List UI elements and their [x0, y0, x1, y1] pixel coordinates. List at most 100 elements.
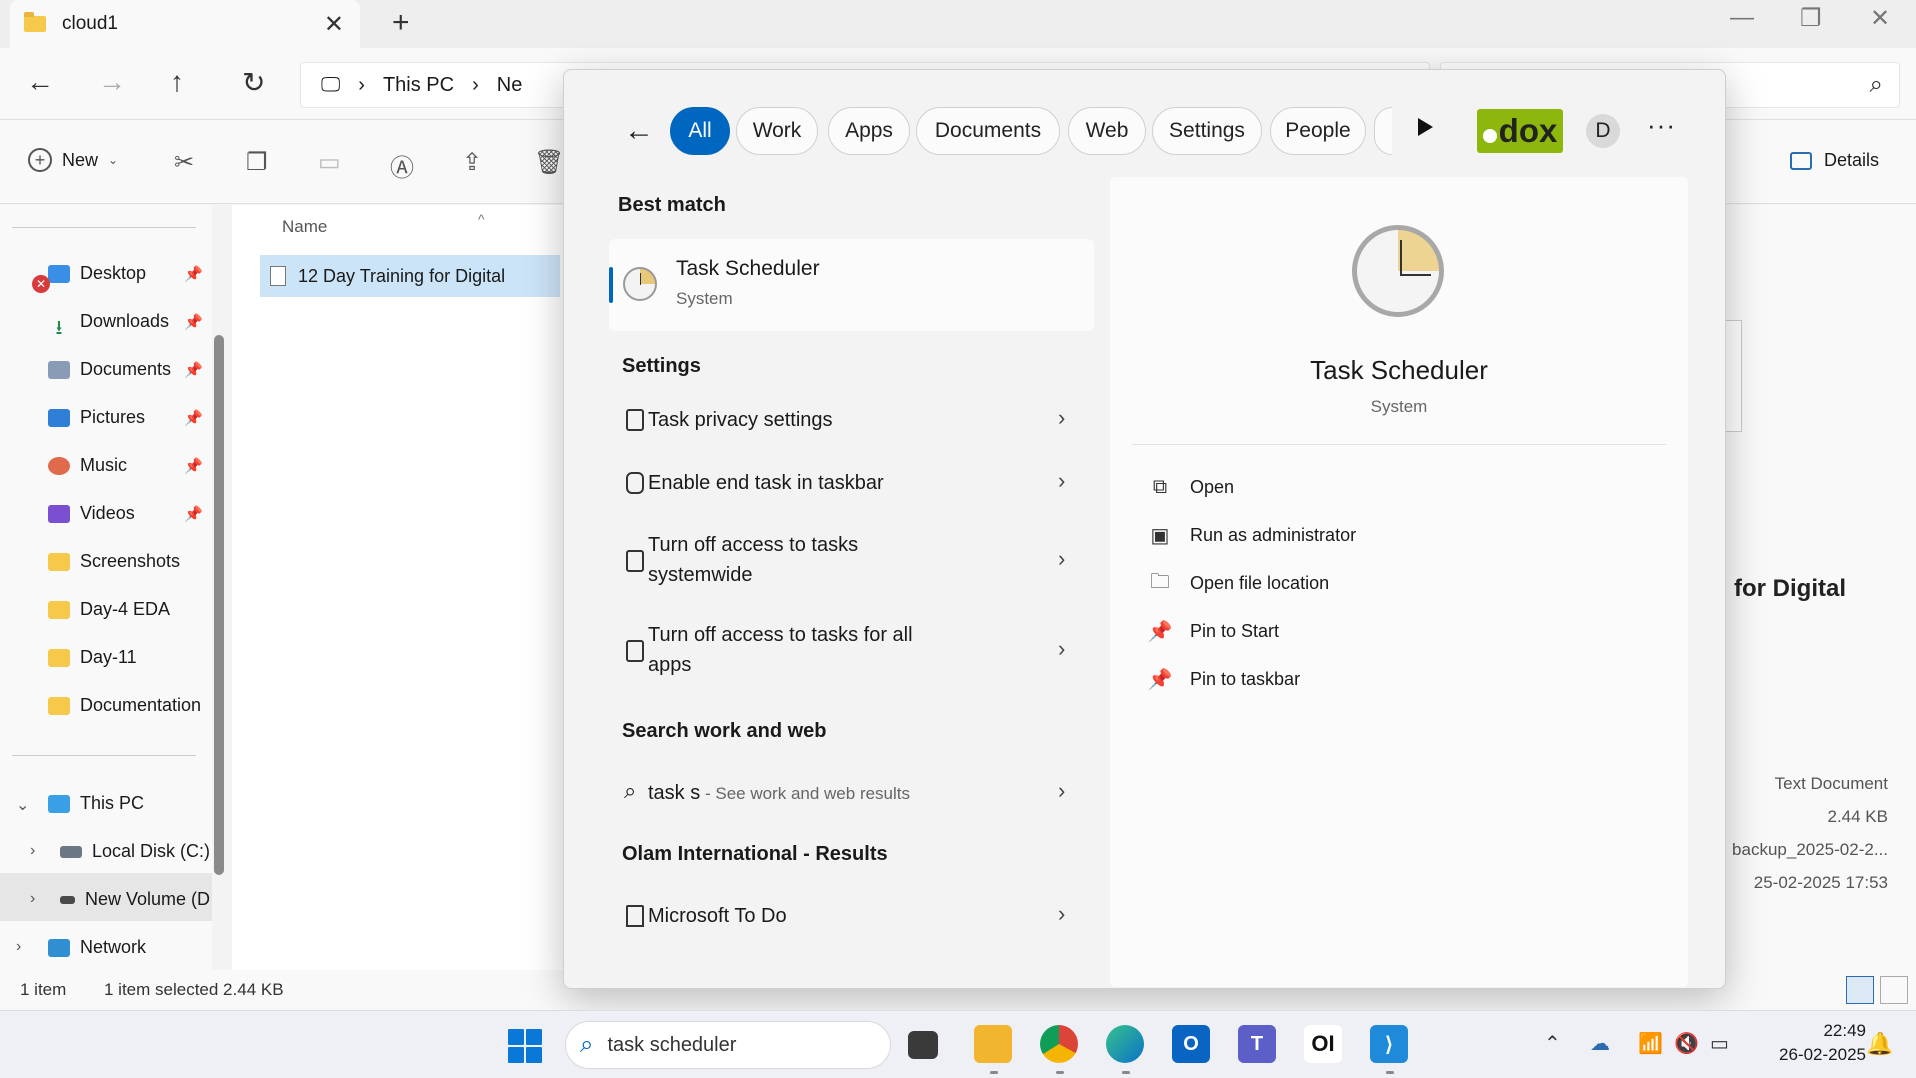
filter-all[interactable]: All [670, 107, 730, 155]
sidebar-item-label: Day-4 EDA [80, 599, 171, 619]
chevron-right-icon[interactable]: › [30, 890, 35, 908]
sidebar-item-downloads[interactable]: ⭳ Downloads 📌 [48, 311, 203, 339]
vscode-icon[interactable]: ⟩ [1370, 1025, 1408, 1063]
sidebar-item-label: Local Disk (C:) [92, 841, 211, 861]
minimize-button[interactable]: — [1730, 4, 1754, 32]
sidebar-item-this-pc[interactable]: This PC [48, 793, 144, 814]
details-view-button[interactable] [1846, 976, 1874, 1004]
sidebar-item-pictures[interactable]: Pictures 📌 [48, 407, 203, 428]
setting-result[interactable]: Enable end task in taskbar › [614, 468, 1094, 498]
filter-apps[interactable]: Apps [828, 107, 910, 155]
web-search-result[interactable]: ⌕ task s - See work and web results › [614, 778, 1094, 808]
action-pin-to-taskbar[interactable]: 📌 Pin to taskbar [1148, 669, 1301, 691]
search-icon: ⌕ [580, 1031, 594, 1058]
sidebar-item-desktop[interactable]: Desktop 📌 [48, 263, 203, 284]
restore-button[interactable]: ❐ [1800, 4, 1822, 33]
org-result[interactable]: Microsoft To Do › [614, 901, 1094, 931]
filter-overflow[interactable] [1374, 107, 1392, 155]
teams-icon[interactable]: T [1238, 1025, 1276, 1063]
chevron-right-icon[interactable]: › [16, 938, 21, 956]
breadcrumb-this-pc[interactable]: This PC [383, 74, 454, 97]
web-result-text: task s - See work and web results [648, 778, 988, 809]
edge-icon[interactable] [1106, 1025, 1144, 1063]
filter-work[interactable]: Work [736, 107, 818, 155]
pin-icon: 📌 [184, 505, 203, 523]
action-open[interactable]: ⧉ Open [1150, 476, 1234, 498]
chevron-down-icon[interactable]: ⌄ [16, 795, 29, 815]
oi-app-icon[interactable]: OI [1304, 1025, 1342, 1063]
filter-people[interactable]: People [1270, 107, 1366, 155]
filter-settings[interactable]: Settings [1152, 107, 1262, 155]
sidebar-item-screenshots[interactable]: Screenshots [48, 551, 180, 572]
org-logo[interactable]: dox [1477, 109, 1563, 153]
back-button[interactable]: ← [26, 66, 54, 98]
notification-bell-icon[interactable]: 🔔 [1866, 1031, 1893, 1057]
setting-result[interactable]: Turn off access to tasks for all apps › [614, 620, 1094, 682]
start-button[interactable] [508, 1029, 542, 1063]
tiles-view-button[interactable] [1880, 976, 1908, 1004]
folder-icon [48, 696, 70, 715]
file-row[interactable]: 12 Day Training for Digital [260, 255, 560, 297]
sidebar-item-new-volume[interactable]: New Volume (D [60, 889, 210, 910]
best-match-title: Task Scheduler [676, 257, 820, 280]
new-tab-button[interactable]: + [392, 6, 410, 40]
detail-app-type: System [1370, 397, 1428, 416]
avatar[interactable]: D [1586, 114, 1620, 148]
sidebar-item-music[interactable]: Music 📌 [48, 455, 203, 476]
more-options-icon[interactable]: ··· [1647, 110, 1676, 141]
back-arrow-icon[interactable]: ← [624, 114, 654, 148]
battery-icon[interactable]: ▭ [1710, 1031, 1729, 1056]
sidebar-item-network[interactable]: Network [48, 937, 146, 958]
action-pin-to-start[interactable]: 📌 Pin to Start [1148, 621, 1280, 643]
speaker-muted-icon[interactable]: 🔇 [1674, 1031, 1699, 1056]
delete-icon[interactable]: 🗑 [534, 148, 564, 177]
explorer-tab[interactable]: cloud1 ✕ [10, 0, 360, 48]
best-match-result[interactable]: Task Scheduler System [609, 239, 1094, 331]
forward-button[interactable]: → [98, 66, 126, 98]
details-label: Details [1824, 150, 1880, 170]
sidebar-item-day-4-eda[interactable]: Day-4 EDA [48, 599, 170, 620]
breadcrumb-volume[interactable]: Ne [497, 74, 523, 97]
rename-icon[interactable]: Ⓐ [390, 148, 414, 183]
close-tab-icon[interactable]: ✕ [324, 10, 344, 39]
filter-documents[interactable]: Documents [916, 107, 1060, 155]
refresh-button[interactable]: ↻ [242, 66, 265, 99]
paste-icon[interactable]: ▭ [318, 148, 341, 177]
file-explorer-icon[interactable] [974, 1025, 1012, 1063]
sidebar-item-documents[interactable]: Documents 📌 [48, 359, 203, 380]
details-button[interactable]: Details [1790, 150, 1879, 171]
up-button[interactable]: ↑ [170, 66, 184, 98]
system-clock[interactable]: 22:49 26-02-2025 [1756, 1019, 1866, 1067]
close-window-button[interactable]: ✕ [1870, 4, 1890, 33]
taskbar-search-input[interactable]: ⌕ task scheduler [565, 1021, 891, 1069]
task-view-icon[interactable] [908, 1031, 938, 1059]
column-header-name[interactable]: Name [282, 217, 327, 237]
sidebar-item-label: Downloads [80, 311, 170, 331]
title-bar: cloud1 ✕ + — ❐ ✕ [0, 0, 1916, 48]
new-button[interactable]: + New ⌄ [28, 148, 118, 172]
wifi-icon[interactable]: 📶 [1638, 1031, 1663, 1056]
setting-result[interactable]: Turn off access to tasks systemwide › [614, 530, 1094, 592]
copy-icon[interactable]: ❐ [246, 148, 268, 177]
filter-web[interactable]: Web [1068, 107, 1146, 155]
chrome-icon[interactable] [1040, 1025, 1078, 1063]
cut-icon[interactable]: ✂ [174, 148, 194, 177]
end-task-icon [626, 472, 644, 494]
sidebar-item-videos[interactable]: Videos 📌 [48, 503, 203, 524]
sidebar-item-day-11[interactable]: Day-11 [48, 647, 137, 668]
share-icon[interactable]: ⇪ [462, 148, 482, 177]
action-run-as-admin[interactable]: ▣ Run as administrator [1150, 525, 1357, 547]
chevron-up-icon[interactable]: ⌃ [1544, 1031, 1561, 1056]
outlook-icon[interactable]: O [1172, 1025, 1210, 1063]
more-filters-icon[interactable] [1418, 118, 1433, 136]
org-logo-text: dox [1498, 112, 1558, 149]
chevron-right-icon[interactable]: › [30, 842, 35, 860]
sidebar-scrollbar[interactable] [214, 335, 224, 875]
sidebar-item-local-disk[interactable]: Local Disk (C:) [60, 841, 210, 862]
folder-icon [48, 600, 70, 619]
action-open-file-location[interactable]: 🗀 Open file location [1150, 571, 1329, 594]
sidebar-item-documentation[interactable]: Documentation [48, 695, 201, 716]
setting-result[interactable]: Task privacy settings › [614, 405, 1094, 435]
task-scheduler-large-icon [1352, 225, 1444, 317]
onedrive-error-icon[interactable]: ☁ [1590, 1031, 1610, 1056]
